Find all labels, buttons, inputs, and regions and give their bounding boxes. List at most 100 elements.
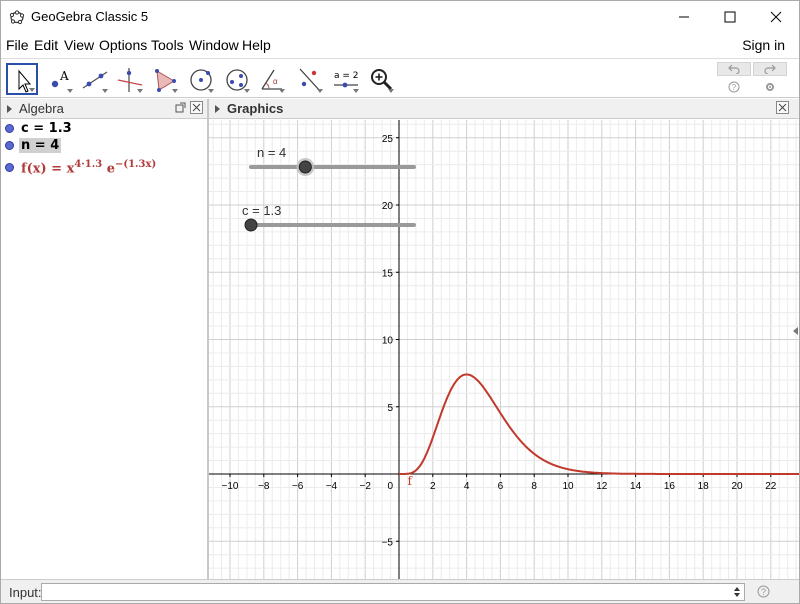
slider-tool-button[interactable]: a = 2 xyxy=(329,63,361,95)
algebra-item-text: n = 4 xyxy=(19,138,62,153)
slider-label: c = 1.3 xyxy=(242,203,281,218)
graphics-style-bar-toggle-icon[interactable] xyxy=(215,105,220,113)
y-tick-label: 5 xyxy=(387,403,393,414)
graphics-view-title: Graphics xyxy=(227,101,284,116)
tool-menu-arrow-icon xyxy=(279,89,285,93)
close-icon xyxy=(192,103,201,112)
x-tick-label: 18 xyxy=(698,481,710,492)
perpendicular-tool-button[interactable] xyxy=(113,63,145,95)
x-tick-label: 10 xyxy=(562,481,574,492)
x-tick-label: 0 xyxy=(387,481,393,492)
input-bar: Input: ? xyxy=(1,579,799,603)
function-exp-base: e xyxy=(102,161,115,177)
minimize-icon xyxy=(679,16,689,18)
undo-icon xyxy=(728,64,740,74)
side-panel-toggle-icon[interactable] xyxy=(793,327,798,335)
function-exponent-1: 4·1.3 xyxy=(74,159,103,170)
slider-label: n = 4 xyxy=(257,145,286,160)
algebra-item-c[interactable]: c = 1.3 xyxy=(1,120,207,138)
algebra-item-text: c = 1.3 xyxy=(21,121,72,136)
menu-tools[interactable]: Tools xyxy=(151,37,184,53)
menu-view[interactable]: View xyxy=(64,37,94,53)
input-field[interactable] xyxy=(41,583,745,601)
point-tool-button[interactable]: A xyxy=(43,63,75,95)
tool-menu-arrow-icon xyxy=(172,89,178,93)
help-icon[interactable]: ? xyxy=(728,81,740,93)
close-graphics-button[interactable] xyxy=(776,101,789,114)
undock-icon[interactable] xyxy=(175,102,186,113)
input-help-icon[interactable]: ? xyxy=(757,585,770,598)
redo-button[interactable] xyxy=(753,62,787,76)
x-tick-label: 14 xyxy=(630,481,642,492)
history-arrows-icon[interactable] xyxy=(733,586,741,598)
redo-icon xyxy=(764,64,776,74)
zoom-in-tool-button[interactable] xyxy=(364,63,396,95)
y-tick-label: −5 xyxy=(382,537,394,548)
algebra-view: c = 1.3 n = 4 f(x) = x4·1.3 e−(1.3x) xyxy=(1,120,207,579)
svg-text:?: ? xyxy=(761,587,766,597)
algebra-view-title: Algebra xyxy=(19,101,64,116)
x-tick-label: 20 xyxy=(731,481,743,492)
x-tick-label: 2 xyxy=(430,481,436,492)
svg-text:A: A xyxy=(59,69,69,83)
y-tick-label: 20 xyxy=(382,201,394,212)
function-f-graph[interactable] xyxy=(399,373,799,475)
menu-bar: File Edit View Options Tools Window Help… xyxy=(1,33,799,57)
graphics-canvas[interactable]: −10 −8 −6 −4 −2 0 2 4 6 8 10 12 14 16 18 20 22 −5 5 10 15 20 2… xyxy=(209,120,799,579)
slider-handle[interactable] xyxy=(244,218,258,232)
graphics-view-header: Graphics xyxy=(209,99,799,119)
ellipse-tool-button[interactable] xyxy=(220,63,252,95)
close-icon xyxy=(778,103,787,112)
y-tick-label: 25 xyxy=(382,134,394,145)
geogebra-window: GeoGebra Classic 5 File Edit View Option… xyxy=(0,0,800,604)
x-tick-label: 22 xyxy=(765,481,777,492)
svg-text:?: ? xyxy=(732,83,737,92)
algebra-view-header: Algebra xyxy=(1,99,207,119)
reflect-tool-button[interactable] xyxy=(293,63,325,95)
svg-text:α: α xyxy=(273,77,278,86)
menu-file[interactable]: File xyxy=(6,37,29,53)
tool-menu-arrow-icon xyxy=(29,88,35,92)
slider-tool-label: a = 2 xyxy=(334,71,359,81)
polygon-tool-button[interactable] xyxy=(148,63,180,95)
maximize-button[interactable] xyxy=(707,1,753,33)
x-tick-label: 4 xyxy=(464,481,470,492)
visibility-toggle-icon[interactable] xyxy=(5,163,14,172)
toolbar: A α a = 2 ? xyxy=(1,58,799,98)
close-window-button[interactable] xyxy=(753,1,799,33)
sign-in-link[interactable]: Sign in xyxy=(742,37,785,53)
move-arrow-icon xyxy=(18,69,32,93)
gear-icon[interactable] xyxy=(764,81,776,93)
tool-menu-arrow-icon xyxy=(137,89,143,93)
tool-menu-arrow-icon xyxy=(67,89,73,93)
undo-button[interactable] xyxy=(717,62,751,76)
tool-menu-arrow-icon xyxy=(353,89,359,93)
tool-menu-arrow-icon xyxy=(317,89,323,93)
function-lhs: f(x) = x xyxy=(21,161,75,177)
minimize-button[interactable] xyxy=(661,1,707,33)
menu-help[interactable]: Help xyxy=(242,37,271,53)
input-label: Input: xyxy=(9,585,42,600)
graphics-view[interactable]: −10 −8 −6 −4 −2 0 2 4 6 8 10 12 14 16 18 20 22 −5 5 10 15 20 2… xyxy=(209,120,799,579)
close-algebra-button[interactable] xyxy=(190,101,203,114)
menu-options[interactable]: Options xyxy=(99,37,147,53)
circle-tool-button[interactable] xyxy=(184,63,216,95)
angle-tool-button[interactable]: α xyxy=(255,63,287,95)
algebra-item-f[interactable]: f(x) = x4·1.3 e−(1.3x) xyxy=(1,157,207,179)
algebra-style-bar-toggle-icon[interactable] xyxy=(7,105,12,113)
geogebra-logo-icon xyxy=(9,10,25,25)
line-tool-button[interactable] xyxy=(78,63,110,95)
menu-edit[interactable]: Edit xyxy=(34,37,58,53)
move-tool-button[interactable] xyxy=(6,63,38,95)
algebra-item-n[interactable]: n = 4 xyxy=(1,137,207,155)
close-icon xyxy=(770,11,782,23)
x-tick-label: 16 xyxy=(664,481,676,492)
x-tick-label: −10 xyxy=(222,481,239,492)
x-tick-label: −4 xyxy=(326,481,338,492)
slider-handle[interactable] xyxy=(298,160,312,174)
x-tick-label: 12 xyxy=(596,481,608,492)
menu-window[interactable]: Window xyxy=(189,37,239,53)
visibility-toggle-icon[interactable] xyxy=(5,141,14,150)
visibility-toggle-icon[interactable] xyxy=(5,124,14,133)
function-definition: f(x) = x4·1.3 e−(1.3x) xyxy=(21,159,156,176)
